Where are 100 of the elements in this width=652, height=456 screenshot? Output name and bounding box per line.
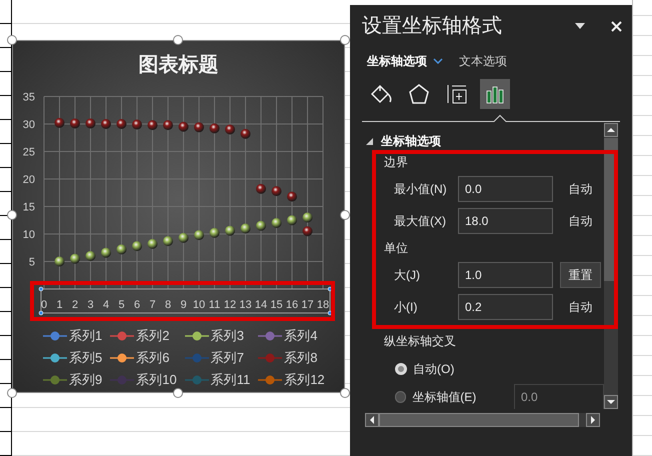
legend-label: 系列6 — [135, 348, 170, 367]
data-point — [148, 120, 158, 130]
resize-handle[interactable] — [340, 210, 350, 220]
x-axis-label: 18 — [316, 299, 330, 311]
scroll-down-icon[interactable] — [604, 395, 618, 409]
y-axis-label: 35 — [22, 92, 35, 104]
data-point — [194, 122, 204, 132]
pentagon-icon — [408, 83, 430, 105]
y-axis-label: 30 — [22, 119, 35, 131]
data-point — [86, 251, 96, 261]
x-axis-label: 10 — [192, 299, 206, 311]
field-label: 最大值(X) — [394, 214, 446, 228]
y-axis-label: 10 — [22, 229, 35, 241]
data-point — [132, 241, 142, 252]
data-point — [116, 119, 126, 129]
radio-label[interactable]: 坐标轴值(E) — [412, 388, 514, 406]
data-point — [54, 118, 64, 128]
scroll-up-icon[interactable] — [604, 123, 618, 137]
legend-marker-icon — [110, 352, 134, 362]
legend-marker-icon — [184, 374, 209, 384]
number-field[interactable]: 18.0 — [458, 208, 553, 234]
field-label: 大(J) — [394, 268, 420, 282]
data-point — [116, 244, 126, 254]
y-axis-label: 20 — [22, 174, 35, 186]
scroll-left-icon[interactable] — [365, 413, 379, 427]
paint-bucket-icon — [369, 82, 393, 106]
x-axis-label: 17 — [301, 299, 314, 311]
x-axis-label: 14 — [254, 299, 268, 311]
legend-label: 系列1 — [68, 326, 104, 345]
data-point — [272, 186, 282, 196]
y-axis-label: 15 — [22, 202, 35, 214]
data-point — [240, 128, 250, 139]
resize-handle[interactable] — [340, 35, 350, 45]
data-point — [210, 123, 220, 134]
reset-button[interactable]: 重置 — [560, 262, 601, 288]
y-axis-label: 5 — [28, 256, 35, 268]
legend-label: 系列4 — [283, 326, 318, 345]
x-axis-label: 11 — [208, 299, 220, 311]
data-point — [272, 218, 282, 228]
x-axis-label: 6 — [134, 299, 140, 311]
auto-label: 自动 — [568, 181, 592, 198]
x-axis-label: 12 — [224, 299, 236, 311]
group-title: 纵坐标轴交叉 — [384, 333, 456, 350]
expand-triangle-icon[interactable] — [366, 138, 373, 144]
data-point — [302, 226, 312, 236]
data-point — [101, 119, 111, 129]
x-axis-label: 4 — [102, 299, 110, 311]
legend-label: 系列2 — [135, 326, 170, 345]
chart-title: 图表标题 — [138, 50, 218, 78]
x-axis-label: 2 — [72, 299, 78, 311]
close-icon[interactable] — [611, 20, 622, 32]
number-field[interactable]: 0.2 — [458, 294, 553, 320]
data-point — [287, 192, 297, 202]
chart-area[interactable]: 图表标题 5 10 15 20 25 30 35 0 1 2 3 4 5 6 7 8 9 10 11 12 13 14 15 16 17 18 系列1 系列2 系列3 系列4 系列5 系列6 系列7 系列8 系列9 系列10 系列11 系列12 — [12, 40, 345, 393]
data-point — [163, 236, 173, 246]
data-point — [194, 230, 204, 240]
resize-handle[interactable] — [173, 35, 183, 45]
data-point — [70, 118, 80, 128]
size-properties-icon — [446, 83, 468, 105]
pane-tab[interactable]: 坐标轴选项 — [367, 52, 427, 70]
data-point — [163, 120, 173, 130]
axis-selection-frame[interactable] — [38, 286, 332, 316]
legend-marker-icon — [43, 330, 67, 340]
data-point — [178, 232, 188, 243]
resize-handle[interactable] — [173, 388, 183, 398]
field-label: 小(I) — [394, 300, 418, 314]
scroll-right-icon[interactable] — [586, 413, 600, 427]
legend-label: 系列8 — [283, 348, 318, 367]
data-point — [240, 224, 250, 234]
data-point — [70, 254, 80, 264]
pane-tab[interactable]: 文本选项 — [459, 52, 507, 70]
data-point — [210, 228, 220, 238]
data-point — [225, 124, 235, 134]
y-axis-label: 25 — [22, 146, 35, 158]
auto-label: 自动 — [568, 299, 592, 316]
data-point — [225, 226, 235, 236]
chevron-down-icon[interactable] — [433, 58, 443, 64]
x-axis-label: 13 — [239, 299, 252, 311]
data-point — [302, 212, 312, 222]
data-point — [132, 120, 142, 130]
radio-label[interactable]: 自动(O) — [413, 360, 523, 378]
x-axis-label: 15 — [270, 299, 283, 311]
radio-button[interactable] — [395, 391, 406, 403]
auto-label: 自动 — [568, 213, 592, 230]
legend-marker-icon — [258, 374, 282, 384]
data-point — [148, 238, 158, 249]
section-header[interactable]: 坐标轴选项 — [381, 132, 441, 150]
legend-label: 系列7 — [210, 348, 245, 367]
number-field[interactable]: 1.0 — [458, 262, 553, 288]
dropdown-caret-icon[interactable] — [575, 23, 585, 29]
legend-marker-icon — [184, 330, 209, 340]
data-point — [287, 215, 297, 226]
data-point — [256, 220, 266, 231]
x-axis-label: 0 — [40, 299, 48, 311]
resize-handle[interactable] — [340, 388, 350, 398]
x-axis-label: 7 — [149, 299, 156, 311]
legend-marker-icon — [110, 374, 134, 384]
number-field[interactable]: 0.0 — [458, 176, 553, 202]
legend-label: 系列9 — [68, 370, 104, 389]
x-axis-label: 3 — [87, 299, 94, 311]
